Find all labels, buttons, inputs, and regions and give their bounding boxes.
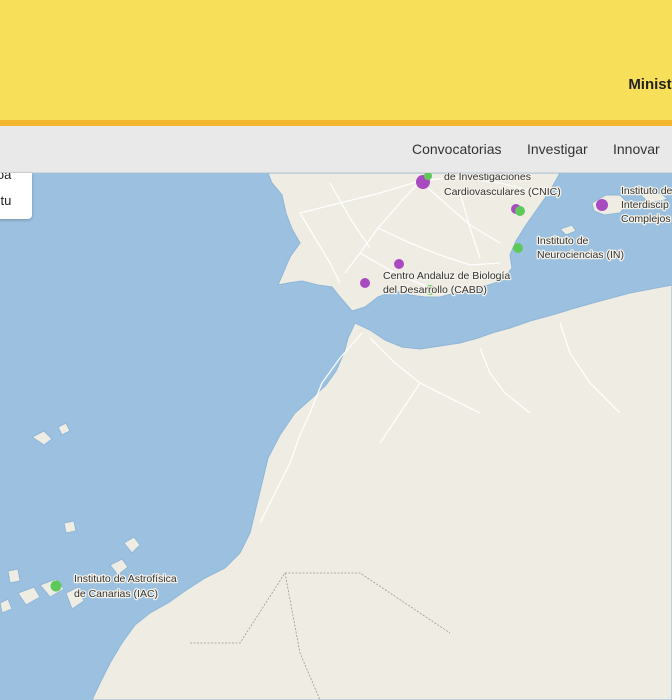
label-interdisc-1: Instituto de <box>621 185 672 197</box>
label-iac-2: de Canarias (IAC) <box>74 588 158 600</box>
legend-line-1: ioa <box>0 173 12 182</box>
nav-item-innovar[interactable]: Innovar <box>613 141 660 157</box>
label-cabd-2: del Desarrollo (CABD) <box>383 284 487 296</box>
label-cnic-2: Cardiovasculares (CNIC) <box>444 186 561 198</box>
marker-interdisc[interactable] <box>596 199 608 211</box>
map-area[interactable]: de Investigaciones Cardiovasculares (CNI… <box>0 173 672 700</box>
label-cnic-1: de Investigaciones <box>444 173 531 183</box>
label-iac-1: Instituto de Astrofísica <box>74 573 177 585</box>
ministry-title: Ministe <box>628 76 672 93</box>
nav-item-investigar[interactable]: Investigar <box>527 141 588 157</box>
legend-line-2: ztu <box>0 193 12 208</box>
island-canaria-3 <box>63 520 77 534</box>
label-in-1: Instituto de <box>537 235 589 247</box>
map-canvas[interactable]: de Investigaciones Cardiovasculares (CNI… <box>0 173 672 700</box>
label-interdisc-2: Interdiscip <box>621 199 669 211</box>
top-banner: Ministe <box>0 0 672 120</box>
marker-iac[interactable] <box>50 580 62 592</box>
marker-andalucia-2[interactable] <box>360 278 370 288</box>
label-interdisc-3: Complejos <box>621 213 671 225</box>
label-in-2: Neurociencias (IN) <box>537 249 624 261</box>
nav-item-convocatorias[interactable]: Convocatorias <box>412 141 502 157</box>
marker-in[interactable] <box>513 243 523 253</box>
island-canaria-4 <box>7 568 21 584</box>
marker-valencia-green[interactable] <box>515 206 525 216</box>
marker-andalucia-1[interactable] <box>394 259 404 269</box>
legend-card[interactable]: ioa ztu <box>0 173 32 219</box>
label-cabd-1: Centro Andaluz de Biología <box>383 270 510 282</box>
nav-bar: Convocatorias Investigar Innovar <box>0 126 672 173</box>
